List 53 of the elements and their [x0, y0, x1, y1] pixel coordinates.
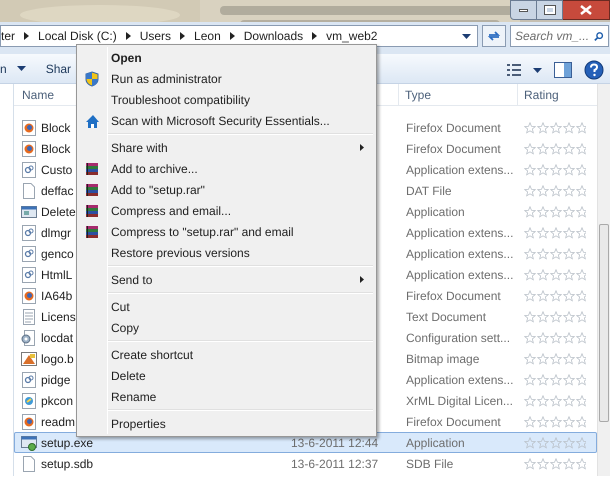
menu-label: Share with: [110, 140, 168, 156]
file-name: logo.b: [41, 350, 74, 368]
menu-label: Delete: [110, 368, 146, 384]
file-type: SDB File: [406, 456, 454, 470]
file-type: Firefox Document: [406, 142, 501, 156]
file-name: Licens: [41, 308, 76, 326]
file-name: setup.sdb: [41, 456, 94, 472]
file-name: deffac: [41, 182, 74, 200]
menu-label: Cut: [110, 298, 130, 316]
file-type: Application: [406, 436, 465, 450]
file-date: 13-6-2011 12:37: [291, 456, 378, 470]
file-type: Application: [406, 204, 465, 218]
file-date: 13-6-2011 12:44: [291, 436, 378, 450]
file-name: genco: [41, 246, 74, 262]
file-name: pidge: [41, 372, 70, 388]
file-name: Block: [41, 140, 70, 158]
file-type: Configuration sett...: [406, 330, 510, 344]
file-type: Firefox Document: [406, 120, 501, 134]
file-name: IA64b: [41, 288, 72, 304]
file-type: Text Document: [406, 310, 486, 324]
file-name: dlmgr: [41, 224, 72, 242]
file-name: HtmlL: [41, 266, 72, 284]
menu-label: Properties: [110, 416, 166, 432]
file-name: Custo: [41, 162, 72, 178]
file-type: XrML Digital Licen...: [406, 394, 513, 408]
file-name: readm: [41, 414, 76, 430]
menu-label: Create shortcut: [110, 346, 194, 364]
menu-label: Copy: [110, 320, 140, 336]
file-type: Firefox Document: [406, 414, 501, 428]
file-type: Application extens...: [406, 226, 514, 240]
file-type: Firefox Document: [406, 288, 501, 302]
menu-label: Run as administrator: [110, 70, 222, 88]
file-type: Application extens...: [406, 372, 514, 386]
file-type: Application extens...: [406, 162, 514, 176]
file-type: DAT File: [406, 184, 452, 198]
menu-label: Open: [110, 50, 142, 66]
menu-label: Add to "setup.rar": [110, 182, 205, 198]
file-name: Delete: [41, 204, 76, 220]
menu-label: Troubleshoot compatibility: [110, 92, 250, 108]
menu-label: Send to: [110, 272, 152, 288]
menu-label: Rename: [110, 388, 156, 406]
file-type: Application extens...: [406, 268, 514, 282]
menu-label: Compress to "setup.rar" and email: [110, 224, 294, 240]
file-name: locdat: [41, 330, 74, 346]
file-name: pkcon: [41, 392, 74, 410]
menu-label: Scan with Microsoft Security Essentials...: [110, 112, 330, 130]
file-type: Bitmap image: [406, 352, 480, 366]
menu-label: Add to archive...: [110, 160, 198, 178]
file-name: setup.exe: [41, 434, 94, 452]
menu-label: Restore previous versions: [110, 244, 250, 262]
file-name: Block: [41, 120, 70, 136]
menu-label: Compress and email...: [110, 202, 232, 220]
file-type: Application extens...: [406, 246, 514, 260]
